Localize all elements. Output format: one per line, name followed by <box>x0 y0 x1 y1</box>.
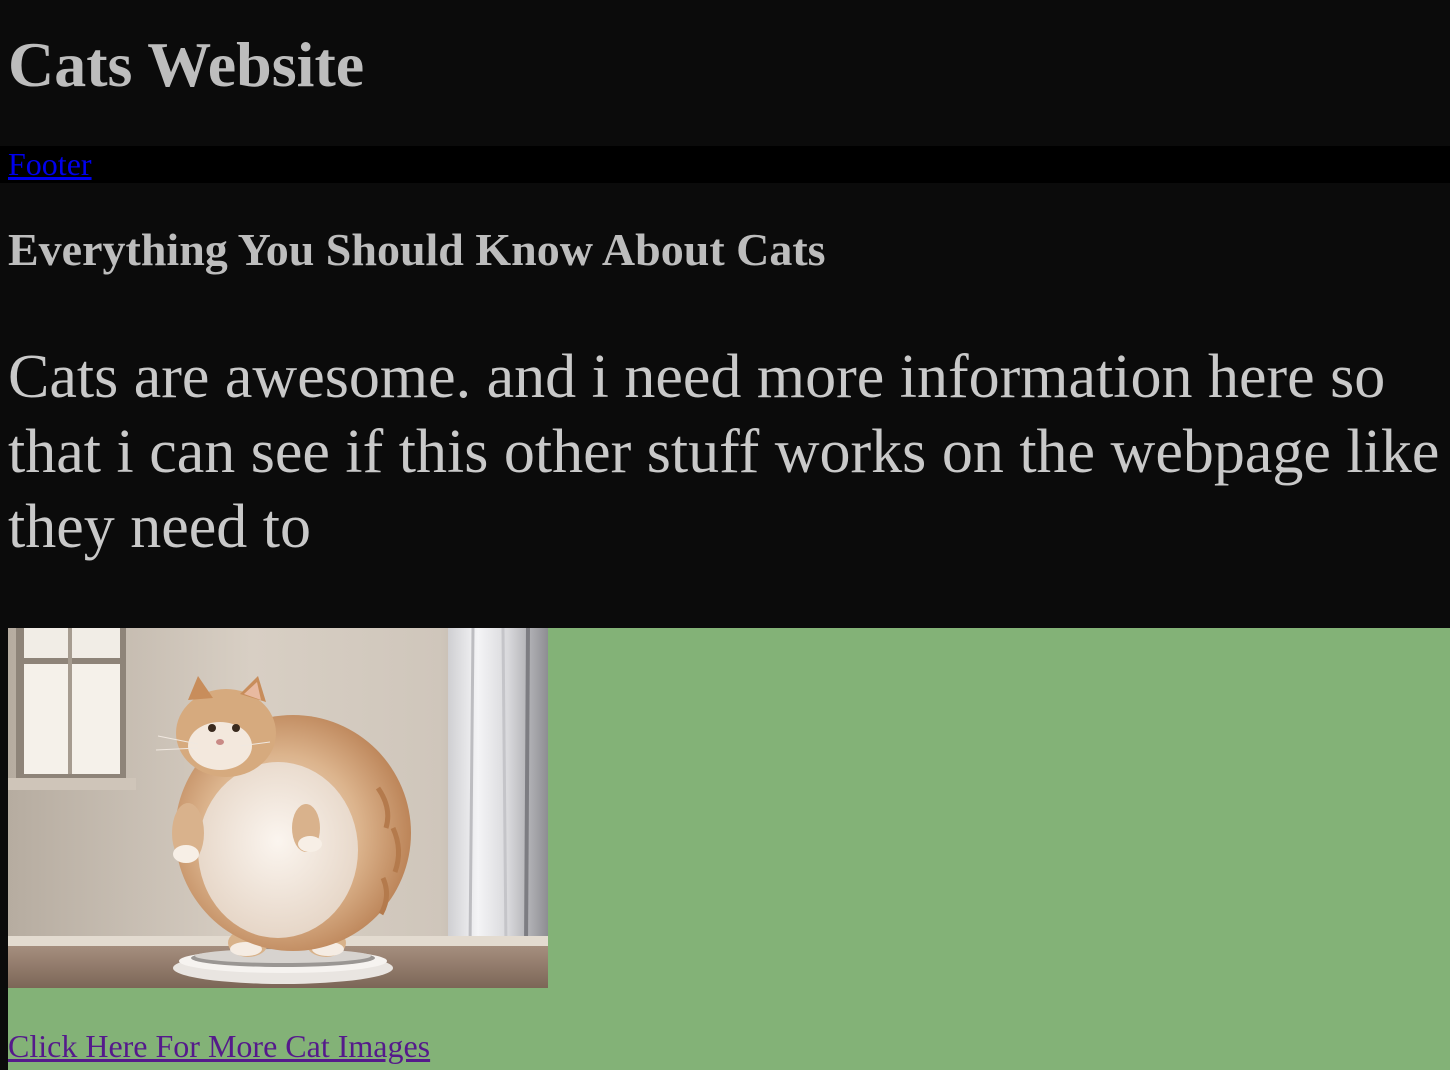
intro-paragraph: Cats are awesome. and i need more inform… <box>8 343 1440 561</box>
section-heading: Everything You Should Know About Cats <box>8 224 826 275</box>
cat-image <box>8 628 548 988</box>
footer-link[interactable]: Footer <box>8 146 92 183</box>
nav-bar: Footer <box>0 146 1450 183</box>
more-cat-images-link[interactable]: Click Here For More Cat Images <box>8 1026 430 1066</box>
cat-gallery-section: Click Here For More Cat Images <box>8 628 1450 1070</box>
site-title: Cats Website <box>8 29 365 100</box>
